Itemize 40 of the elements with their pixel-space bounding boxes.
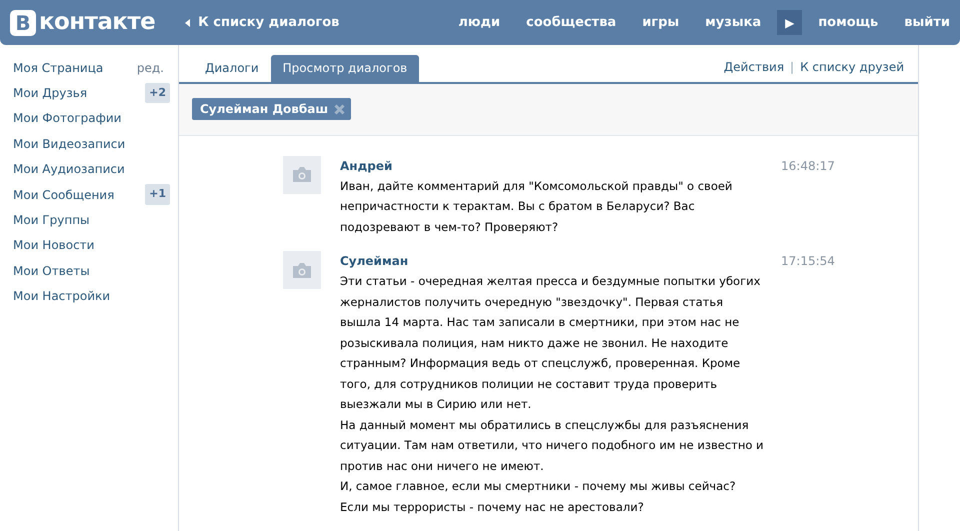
left-arrow-icon bbox=[185, 18, 190, 26]
sidebar-item[interactable]: Мои Группы bbox=[13, 211, 90, 230]
separator: | bbox=[790, 58, 794, 76]
sidebar-item[interactable]: Мои Ответы bbox=[13, 262, 90, 280]
action-link[interactable]: Действия bbox=[724, 58, 784, 76]
tab[interactable]: Просмотр диалогов bbox=[270, 54, 420, 82]
close-icon[interactable] bbox=[334, 104, 346, 115]
message-time: 17:15:54 bbox=[781, 253, 835, 270]
sidebar-item[interactable]: Мои Фотографии bbox=[13, 109, 122, 128]
logo-mark: В bbox=[10, 10, 36, 36]
sidebar-item[interactable]: Мои Настройки bbox=[13, 287, 110, 306]
edit-link[interactable]: ред. bbox=[136, 58, 164, 77]
nav-link[interactable]: люди bbox=[458, 12, 500, 32]
camera-icon bbox=[291, 166, 313, 183]
sidebar-item[interactable]: Мои Друзья bbox=[13, 84, 88, 102]
message-text: Иван, дайте комментарий для "Комсомольской правды" о своей непричастности к терактам. Вы с братом в Беларуси? Вас подозревают в чем-то? Проверяют? bbox=[340, 178, 734, 236]
sidebar-item[interactable]: Мои Аудиозаписи bbox=[13, 160, 125, 178]
token-label: Сулейман Довбаш bbox=[200, 101, 328, 118]
author-name[interactable]: Андрей bbox=[340, 156, 760, 176]
message-text: Эти статьи - очередная желтая пресса и бездумные попытки убогих жерналистов получить очередную "звездочку". Первая статья вышла 14 марта. Нас там записали в смертники, при этом нас не розыскивала полиция, нам никто даже не звонил. Не находите странным? Информация ведь от спецслужб, проверенная. Кроме того, для сотрудников полиции не составит труда проверить выезжали мы в Сирию или нет. На данный момент мы обратились в спецслужбы для разъяснения ситуации. Там нам ответили, что ничего подобного им не известно и против нас они ничего не имеют. И, самое главное, если мы смертники - почему мы живы сейчас? Если мы террористы - почему нас не арестовали? bbox=[340, 273, 760, 516]
tab[interactable]: Диалоги bbox=[193, 54, 271, 82]
count-badge: +1 bbox=[145, 184, 170, 205]
nav-link[interactable]: помощь bbox=[818, 12, 878, 32]
back-link[interactable]: К списку диалогов bbox=[198, 12, 340, 32]
camera-icon bbox=[291, 262, 313, 278]
message-time: 16:48:17 bbox=[781, 158, 835, 174]
action-link[interactable]: К списку друзей bbox=[800, 58, 904, 76]
nav-link[interactable]: сообщества bbox=[526, 12, 616, 32]
sidebar-item[interactable]: Моя Страница bbox=[13, 58, 104, 77]
sidebar-item[interactable]: Мои Видеозаписи bbox=[13, 134, 126, 153]
nav-link[interactable]: выйти bbox=[904, 12, 950, 32]
nav-link[interactable]: музыка bbox=[705, 12, 762, 32]
sidebar-item[interactable]: Мои Новости bbox=[13, 236, 94, 254]
more-button[interactable]: ▶ bbox=[777, 10, 802, 35]
filter-token[interactable]: Сулейман Довбаш bbox=[192, 98, 352, 120]
count-badge: +2 bbox=[145, 82, 170, 104]
nav-link[interactable]: игры bbox=[642, 12, 680, 32]
logo-text: контакте bbox=[39, 11, 156, 34]
sidebar-item[interactable]: Мои Сообщения bbox=[13, 186, 114, 204]
author-name[interactable]: Сулейман bbox=[340, 251, 760, 271]
